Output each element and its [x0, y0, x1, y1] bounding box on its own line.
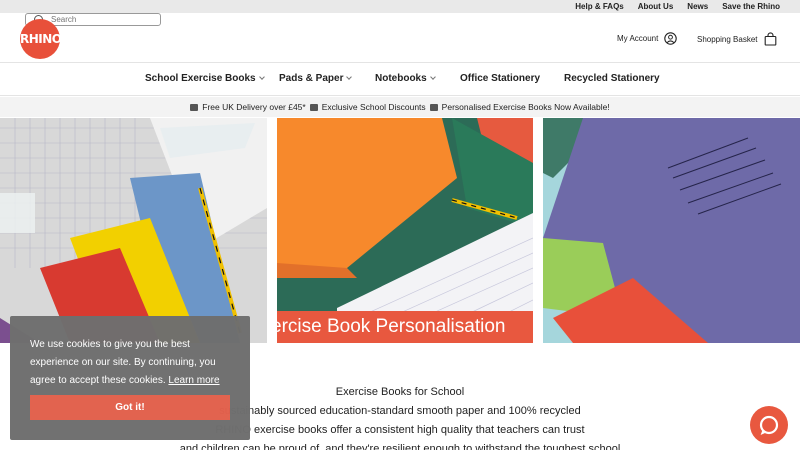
hero-illustration-3	[543, 118, 800, 343]
cookie-learn-more-link[interactable]: Learn more	[168, 375, 219, 386]
user-icon	[664, 32, 678, 45]
rhino-logo[interactable]: RHINO	[20, 19, 62, 59]
my-account-label: My Account	[617, 34, 659, 43]
nav-school-exercise-books[interactable]: School Exercise Books	[145, 73, 265, 84]
chat-icon	[759, 415, 779, 435]
news-link[interactable]: News	[687, 1, 708, 12]
search-input[interactable]	[51, 14, 156, 25]
nav-office-stationery[interactable]: Office Stationery	[460, 73, 540, 84]
nav-notebooks[interactable]: Notebooks	[375, 73, 436, 84]
site-header: RHINO My Account Shopping Basket	[0, 13, 800, 63]
utility-links: Help & FAQs About Us News Save the Rhino	[575, 1, 780, 12]
hero-image-exercise-books[interactable]	[0, 118, 267, 343]
nav-pads-paper[interactable]: Pads & Paper	[279, 73, 353, 84]
save-the-rhino-link[interactable]: Save the Rhino	[722, 1, 780, 12]
truck-icon	[190, 103, 199, 111]
promo-free-delivery: Free UK Delivery over £45*	[202, 102, 306, 112]
chevron-down-icon	[429, 74, 436, 80]
utility-bar: Help & FAQs About Us News Save the Rhino	[0, 0, 800, 13]
printer-icon	[429, 103, 438, 111]
nav-label: Pads & Paper	[279, 73, 344, 84]
cookie-accept-button[interactable]: Got it!	[30, 395, 230, 420]
hero-image-purple-book[interactable]	[543, 118, 800, 343]
basket-icon	[764, 32, 776, 46]
about-us-link[interactable]: About Us	[638, 1, 674, 12]
my-account-link[interactable]: My Account	[617, 32, 678, 45]
hero-caption: ercise Book Personalisation	[277, 311, 533, 343]
hero-illustration-1	[0, 118, 267, 343]
tag-icon	[309, 103, 318, 111]
chevron-down-icon	[346, 74, 353, 80]
shopping-basket-link[interactable]: Shopping Basket	[697, 32, 777, 46]
shopping-basket-label: Shopping Basket	[697, 34, 758, 44]
promo-strip: Free UK Delivery over £45* Exclusive Sch…	[0, 97, 800, 117]
nav-label: Notebooks	[375, 73, 427, 84]
nav-label: School Exercise Books	[145, 73, 256, 84]
promo-personalised-books: Personalised Exercise Books Now Availabl…	[441, 102, 610, 112]
cookie-banner: We use cookies to give you the best expe…	[10, 316, 250, 440]
promo-school-discounts: Exclusive School Discounts	[321, 102, 426, 112]
logo-text: RHINO	[20, 32, 62, 46]
main-navigation: School Exercise Books Pads & Paper Noteb…	[0, 64, 800, 96]
chevron-down-icon	[258, 74, 265, 80]
hero-illustration-2	[277, 118, 533, 343]
intro-line-3: and children can be proud of, and they'r…	[179, 443, 621, 450]
nav-recycled-stationery[interactable]: Recycled Stationery	[564, 73, 660, 84]
nav-label: Office Stationery	[460, 73, 541, 84]
hero-image-personalisation[interactable]: ercise Book Personalisation	[277, 118, 533, 343]
chat-button[interactable]	[750, 406, 788, 444]
nav-label: Recycled Stationery	[564, 73, 660, 84]
cookie-message: We use cookies to give you the best expe…	[30, 336, 235, 390]
help-faqs-link[interactable]: Help & FAQs	[575, 1, 623, 12]
